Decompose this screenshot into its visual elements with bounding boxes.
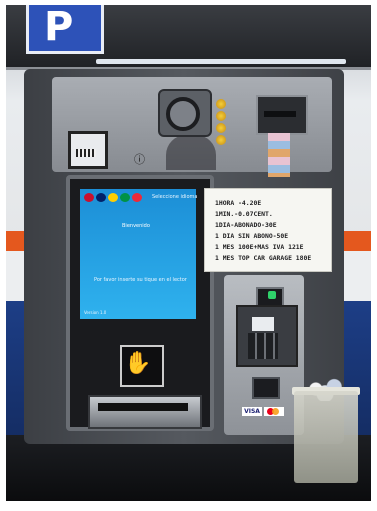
info-icon: ⓘ bbox=[134, 153, 145, 166]
flag-icon[interactable] bbox=[84, 193, 94, 202]
price-line: 1DIA-ABONADO-30E bbox=[215, 221, 277, 229]
coin-return-ring[interactable] bbox=[166, 97, 200, 131]
banknote-slot-mouth[interactable] bbox=[264, 111, 296, 117]
touch-screen[interactable]: Seleccione idioma Bienvenido Por favor i… bbox=[80, 189, 198, 319]
screen-footer: Version 1.0 bbox=[84, 310, 107, 315]
mastercard-circle-orange bbox=[272, 408, 279, 415]
hand-card-icon: ✋ bbox=[124, 351, 152, 376]
coin-sticker bbox=[216, 111, 226, 121]
trash-bin bbox=[294, 391, 358, 483]
flag-icon[interactable] bbox=[120, 193, 130, 202]
screen-top-label: Seleccione idioma bbox=[152, 194, 198, 200]
contactless-reader[interactable] bbox=[252, 377, 280, 399]
ticket-slot-mouth[interactable] bbox=[76, 149, 96, 157]
banknote-stickers bbox=[268, 133, 290, 177]
price-line: 1HORA -4.20E bbox=[215, 199, 262, 207]
screen-instruction: Por favor inserte su tique en el lector bbox=[94, 277, 187, 283]
pin-pad-display bbox=[252, 317, 274, 331]
canopy-light-strip bbox=[96, 59, 346, 64]
visa-logo: VISA bbox=[242, 407, 262, 416]
price-line: 1 MES TOP CAR GARAGE 180E bbox=[215, 254, 312, 262]
price-line: 1 DIA SIN ABONO-50E bbox=[215, 232, 289, 240]
coin-sticker bbox=[216, 135, 226, 145]
parking-sign-letter: P bbox=[44, 5, 74, 50]
ticket-output-tray[interactable] bbox=[88, 395, 202, 429]
coin-sticker bbox=[216, 123, 226, 133]
coin-sticker bbox=[216, 99, 226, 109]
flag-icon[interactable] bbox=[108, 193, 118, 202]
price-line: 1MIN.-0.07CENT. bbox=[215, 210, 273, 218]
flag-icon[interactable] bbox=[132, 193, 142, 202]
parking-payment-machine-photo: P ⓘ Seleccione idioma Bienvenido Por fav… bbox=[6, 5, 371, 501]
price-list-paper: 1HORA -4.20E 1MIN.-0.07CENT. 1DIA-ABONAD… bbox=[204, 188, 332, 272]
pin-keypad[interactable] bbox=[248, 333, 278, 359]
plate-reflection bbox=[166, 135, 216, 170]
price-line: 1 MES 100E+MAS IVA 121E bbox=[215, 243, 304, 251]
flag-icon[interactable] bbox=[96, 193, 106, 202]
ticket-output-mouth[interactable] bbox=[98, 403, 188, 411]
screen-welcome-text: Bienvenido bbox=[122, 223, 150, 229]
card-slot-indicator-icon bbox=[268, 291, 276, 299]
